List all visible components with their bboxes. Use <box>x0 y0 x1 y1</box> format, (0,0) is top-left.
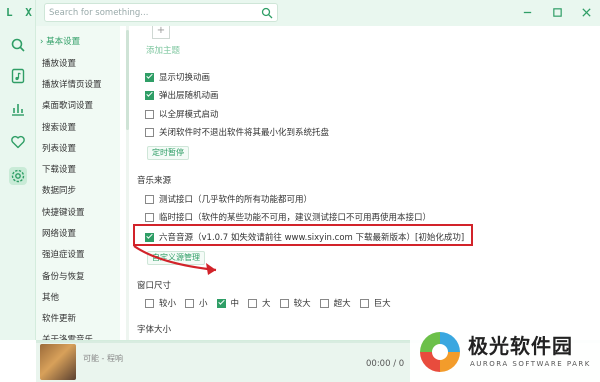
maximize-icon[interactable] <box>550 5 564 19</box>
checkbox[interactable] <box>145 127 154 137</box>
size-option[interactable]: 大 <box>248 297 271 309</box>
nav-item-odc[interactable]: 强迫症设置 <box>42 248 85 260</box>
play-time: 00:00 / 0 <box>366 359 405 369</box>
nav-item-hotkey[interactable]: 快捷键设置 <box>42 206 85 218</box>
watermark-text: 极光软件园 <box>468 334 573 358</box>
icon-rail: L X <box>0 0 36 340</box>
window-size-title: 窗口尺寸 <box>137 281 172 291</box>
nav-item-other[interactable]: 其他 <box>42 291 59 303</box>
size-option[interactable]: 较大 <box>279 297 311 309</box>
highlight-box <box>133 224 473 246</box>
minimize-icon[interactable] <box>520 5 534 19</box>
heart-icon[interactable] <box>9 133 27 151</box>
nav-item-download[interactable]: 下载设置 <box>42 163 76 175</box>
song-title: 可能 - 程响 <box>83 354 123 363</box>
option-switch-animation[interactable]: 显示切换动画 <box>145 71 210 83</box>
font-size-title: 字体大小 <box>137 325 172 335</box>
option-temp-api[interactable]: 临时接口（软件的某些功能不可用，建议测试接口不可用再使用本接口） <box>145 211 431 223</box>
size-option[interactable]: 中 <box>216 297 239 309</box>
nav-item-list[interactable]: 列表设置 <box>42 142 76 154</box>
add-theme-button[interactable]: + <box>152 26 170 39</box>
nav-item-search[interactable]: 搜索设置 <box>42 121 76 133</box>
size-option[interactable]: 较小 <box>145 297 176 309</box>
album-cover[interactable] <box>40 344 76 380</box>
nav-item-update[interactable]: 软件更新 <box>42 312 76 324</box>
nav-item-network[interactable]: 网络设置 <box>42 227 76 239</box>
checkbox[interactable] <box>145 212 154 222</box>
chevron-right-icon: › <box>40 37 44 47</box>
nav-item-play[interactable]: 播放设置 <box>42 57 76 69</box>
search-input[interactable] <box>45 4 245 21</box>
search-box[interactable] <box>44 3 278 22</box>
nav-item-backup[interactable]: 备份与恢复 <box>42 270 85 282</box>
checkbox[interactable] <box>145 72 154 82</box>
size-option[interactable]: 超大 <box>319 297 351 309</box>
checkbox[interactable] <box>145 194 154 204</box>
music-file-icon[interactable] <box>9 67 27 85</box>
checkbox[interactable] <box>145 90 154 100</box>
window-size-options: 较小 小 中 大 较大 超大 巨大 <box>145 297 400 309</box>
option-minimize-tray[interactable]: 关闭软件时不退出软件将其最小化到系统托盘 <box>145 126 329 138</box>
size-option[interactable]: 小 <box>185 297 208 309</box>
nav-item-basic[interactable]: › 基本设置 <box>40 35 80 47</box>
option-test-api[interactable]: 测试接口（几乎软件的所有功能都可用） <box>145 193 312 205</box>
watermark-logo-icon <box>420 332 460 372</box>
option-fullscreen-start[interactable]: 以全屏模式启动 <box>145 108 219 120</box>
settings-panel: + 添加主题 显示切换动画 弹出层随机动画 以全屏模式启动 关闭软件时不退出软件… <box>120 26 600 340</box>
settings-icon[interactable] <box>9 167 27 185</box>
search-icon[interactable] <box>9 36 27 54</box>
watermark-subtext: AURORA SOFTWARE PARK <box>470 360 591 368</box>
search-icon[interactable] <box>261 7 273 19</box>
close-icon[interactable] <box>579 5 593 19</box>
app-logo: L X <box>6 6 35 19</box>
top-bar <box>36 0 600 26</box>
size-option[interactable]: 巨大 <box>359 297 391 309</box>
music-source-title: 音乐来源 <box>137 176 172 186</box>
checkbox[interactable] <box>145 109 154 119</box>
nav-item-label: 基本设置 <box>46 37 81 47</box>
watermark: 极光软件园 AURORA SOFTWARE PARK <box>410 324 600 382</box>
add-theme-label[interactable]: 添加主题 <box>146 44 180 56</box>
nav-item-desktop-lyric[interactable]: 桌面歌词设置 <box>42 99 93 111</box>
timer-pause-button[interactable]: 定时暂停 <box>147 146 189 160</box>
chart-icon[interactable] <box>9 100 27 118</box>
settings-nav: › 基本设置 播放设置 播放详情页设置 桌面歌词设置 搜索设置 列表设置 下载设… <box>36 26 120 345</box>
custom-source-button[interactable]: 自定义源管理 <box>147 251 205 265</box>
option-random-animation[interactable]: 弹出层随机动画 <box>145 89 219 101</box>
nav-item-play-detail[interactable]: 播放详情页设置 <box>42 78 102 90</box>
scrollbar-thumb[interactable] <box>126 30 129 130</box>
nav-item-sync[interactable]: 数据同步 <box>42 184 76 196</box>
